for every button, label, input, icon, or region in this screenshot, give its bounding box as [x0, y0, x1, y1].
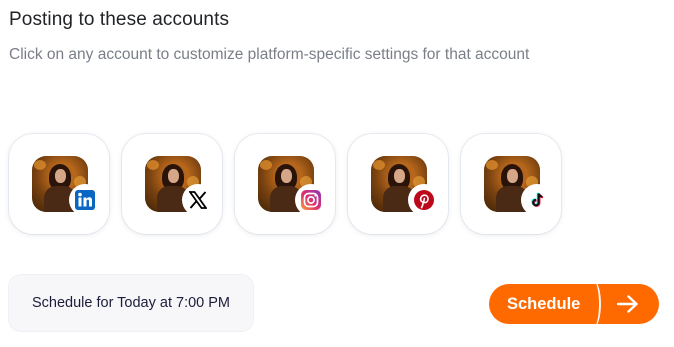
account-card-pinterest[interactable]: [348, 134, 448, 234]
pinterest-icon: [410, 186, 438, 214]
schedule-button-label: Schedule: [507, 295, 581, 313]
tiktok-icon: [523, 186, 551, 214]
schedule-time-display[interactable]: Schedule for Today at 7:00 PM: [9, 275, 253, 331]
button-divider: [585, 284, 601, 324]
account-card-x[interactable]: [122, 134, 222, 234]
schedule-button[interactable]: Schedule: [489, 284, 659, 324]
account-card-linkedin[interactable]: [9, 134, 109, 234]
x-icon: [184, 186, 212, 214]
account-list: [9, 134, 569, 236]
page-title: Posting to these accounts: [9, 9, 230, 30]
linkedin-icon: [71, 186, 99, 214]
account-card-tiktok[interactable]: [461, 134, 561, 234]
arrow-right-icon: [617, 295, 638, 313]
instagram-icon: [297, 186, 325, 214]
account-card-instagram[interactable]: [235, 134, 335, 234]
schedule-time-text: Schedule for Today at 7:00 PM: [31, 295, 231, 311]
page-subtitle: Click on any account to customize platfo…: [9, 46, 530, 63]
